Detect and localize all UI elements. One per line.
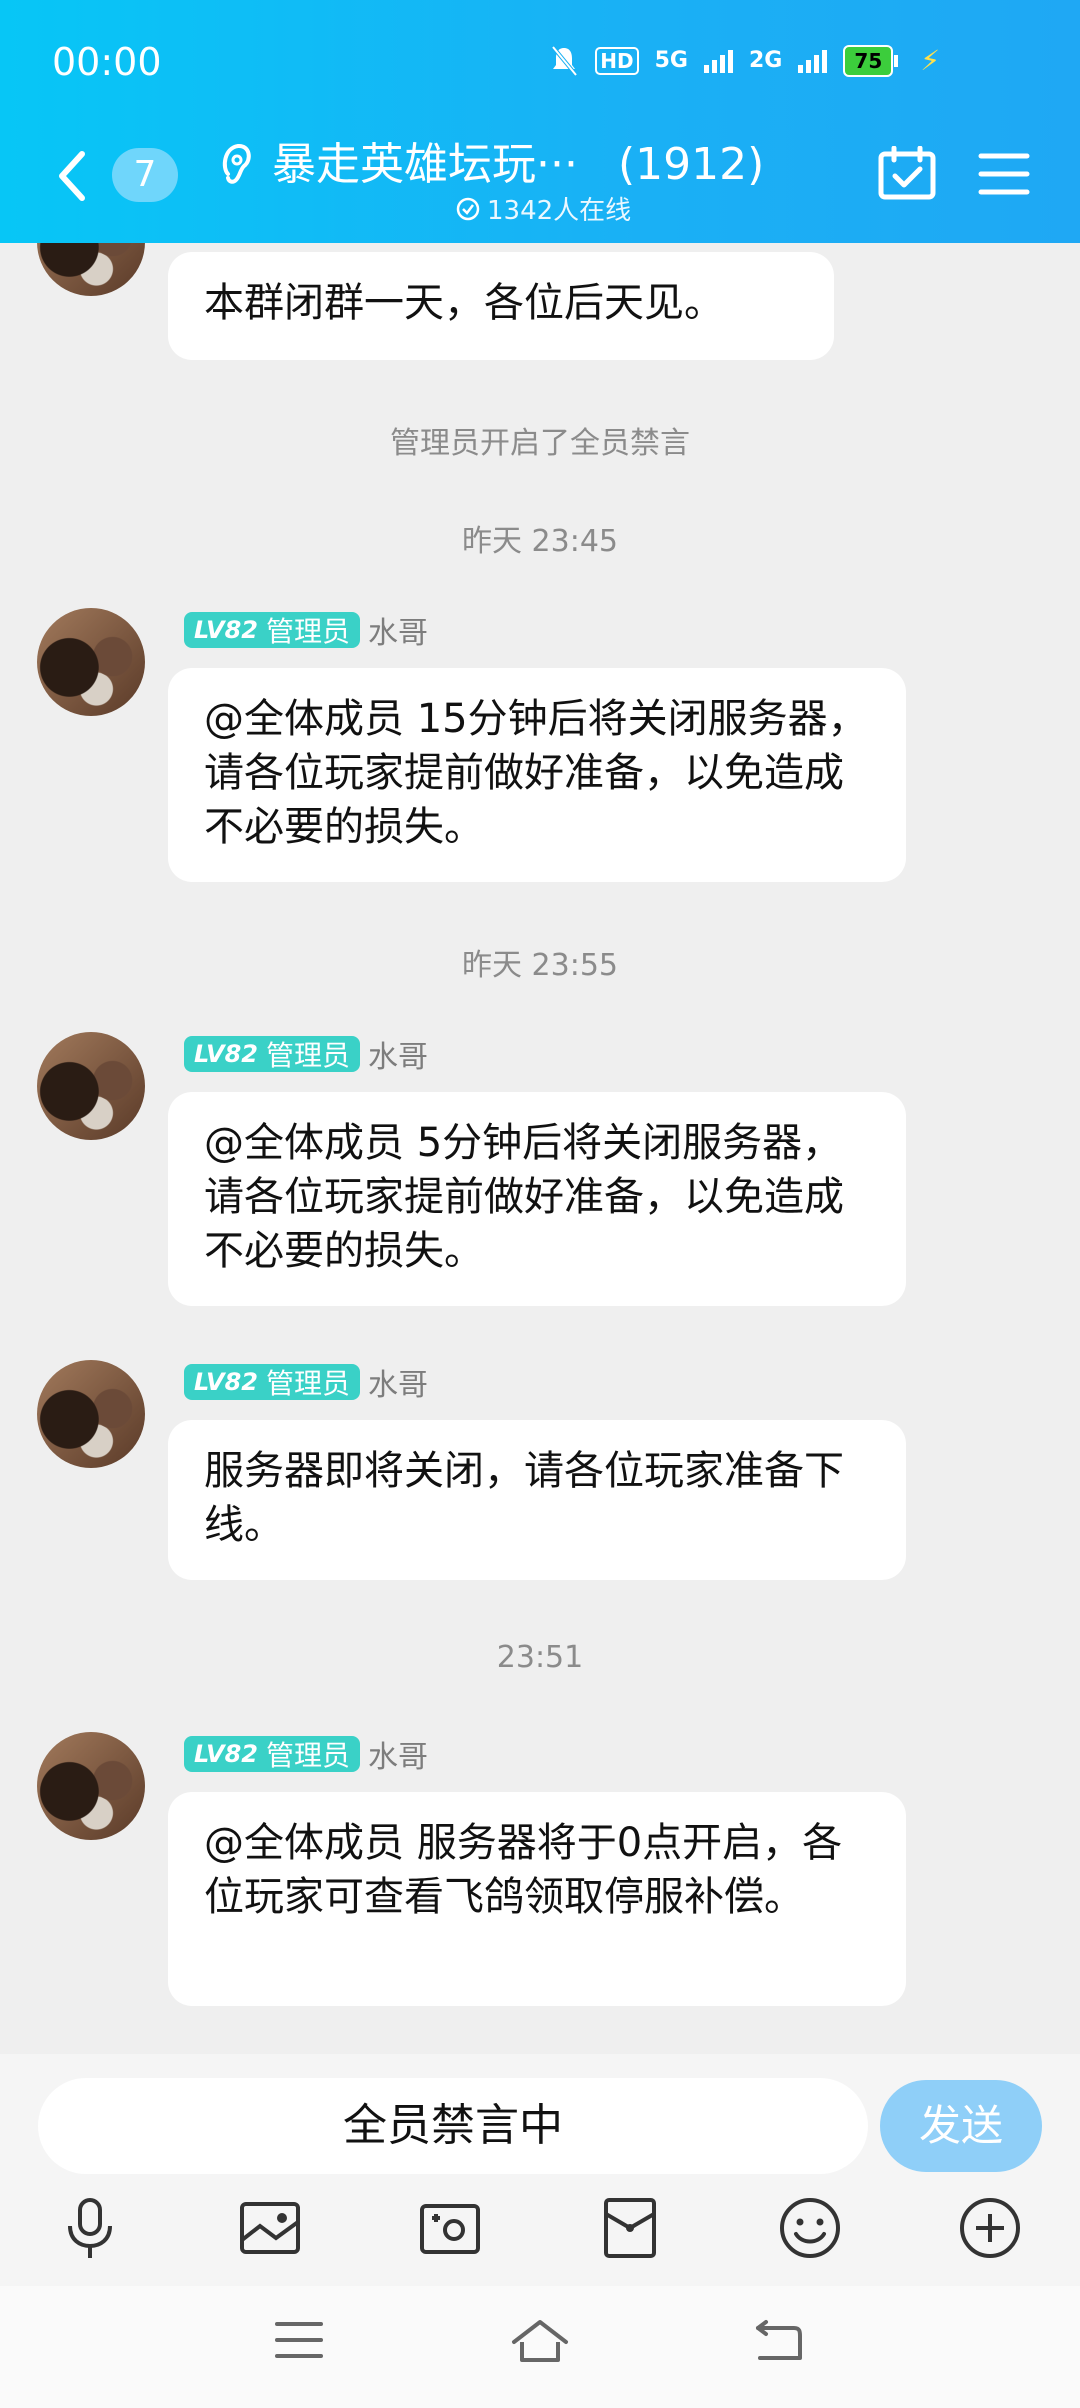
- timestamp: 昨天 23:45: [462, 524, 618, 559]
- battery-icon: 75: [843, 44, 899, 77]
- sender-info: LV82 管理员 水哥: [184, 1360, 428, 1404]
- message-bubble[interactable]: @全体成员 15分钟后将关闭服务器，请各位玩家提前做好准备，以免造成不必要的损失…: [168, 668, 906, 882]
- message-bubble[interactable]: @全体成员 5分钟后将关闭服务器，请各位玩家提前做好准备，以免造成不必要的损失。: [168, 1092, 906, 1306]
- unread-badge[interactable]: 7: [112, 148, 178, 202]
- sender-name[interactable]: 水哥: [368, 1360, 428, 1404]
- avatar[interactable]: [37, 608, 145, 716]
- group-title[interactable]: 暴走英雄坛玩··· (1912): [272, 128, 764, 192]
- timestamp: 23:51: [496, 1640, 584, 1675]
- level-label: LV82: [194, 1740, 258, 1768]
- message-text: 本群闭群一天，各位后天见。: [204, 280, 724, 326]
- check-circle-icon: [456, 197, 480, 220]
- message-bubble[interactable]: 本群闭群一天，各位后天见。: [168, 252, 834, 360]
- avatar[interactable]: [37, 1732, 145, 1840]
- emoji-icon[interactable]: [774, 2192, 846, 2264]
- system-notice: 管理员开启了全员禁言: [390, 426, 690, 461]
- level-label: LV82: [194, 616, 258, 644]
- sender-name[interactable]: 水哥: [368, 1732, 428, 1776]
- chat-header: 00:00 HD 5G 2G 75 ⚡ 7 暴走英雄坛玩··· (1912) 13…: [0, 0, 1080, 243]
- image-icon[interactable]: [234, 2192, 306, 2264]
- sender-name[interactable]: 水哥: [368, 1032, 428, 1076]
- timestamp: 昨天 23:55: [462, 948, 618, 983]
- sim1-label: 5G: [654, 48, 688, 73]
- avatar[interactable]: [37, 1360, 145, 1468]
- message-input[interactable]: 全员禁言中: [38, 2078, 868, 2174]
- message-text: @全体成员 服务器将于0点开启，各位玩家可查看飞鸽领取停服补偿。: [204, 1820, 843, 1920]
- status-icons: HD 5G 2G 75 ⚡: [549, 44, 940, 77]
- battery-level: 75: [843, 44, 894, 77]
- level-tag: LV82 管理员: [184, 612, 360, 648]
- role-label: 管理员: [265, 1739, 350, 1772]
- message-text: @全体成员 5分钟后将关闭服务器，请各位玩家提前做好准备，以免造成不必要的损失。: [204, 1120, 844, 1274]
- avatar[interactable]: [37, 1032, 145, 1140]
- sim2-label: 2G: [748, 48, 783, 73]
- status-time: 00:00: [52, 40, 162, 84]
- sender-name[interactable]: 水哥: [368, 608, 428, 652]
- menu-icon[interactable]: [274, 2318, 324, 2362]
- sender-info: LV82 管理员 水哥: [184, 608, 428, 652]
- send-button[interactable]: 发送: [880, 2080, 1042, 2172]
- role-label: 管理员: [265, 1367, 350, 1400]
- level-tag: LV82 管理员: [184, 1736, 360, 1772]
- member-count: (1912): [617, 139, 765, 190]
- level-tag: LV82 管理员: [184, 1036, 360, 1072]
- level-label: LV82: [194, 1368, 258, 1396]
- role-label: 管理员: [265, 615, 350, 648]
- sender-info: LV82 管理员 水哥: [184, 1732, 428, 1776]
- mute-bell-icon: [551, 45, 578, 76]
- signal-strength-icon: [703, 49, 733, 73]
- microphone-icon[interactable]: [54, 2192, 126, 2264]
- calendar-check-icon[interactable]: [878, 146, 936, 200]
- camera-icon[interactable]: [414, 2192, 486, 2264]
- message-bubble[interactable]: @全体成员 服务器将于0点开启，各位玩家可查看飞鸽领取停服补偿。: [168, 1792, 906, 2006]
- earpiece-mode-icon: [222, 144, 251, 184]
- red-packet-icon[interactable]: [594, 2192, 666, 2264]
- message-text: @全体成员 15分钟后将关闭服务器，请各位玩家提前做好准备，以免造成不必要的损失…: [204, 696, 868, 850]
- group-name: 暴走英雄坛玩···: [272, 139, 578, 190]
- message-text: 服务器即将关闭，请各位玩家准备下线。: [204, 1448, 844, 1548]
- menu-icon[interactable]: [978, 152, 1030, 196]
- level-tag: LV82 管理员: [184, 1364, 360, 1400]
- online-count-text: 1342人在线: [487, 196, 632, 226]
- charging-icon: ⚡: [920, 44, 940, 77]
- message-bubble[interactable]: 服务器即将关闭，请各位玩家准备下线。: [168, 1420, 906, 1580]
- home-icon[interactable]: [508, 2318, 572, 2366]
- role-label: 管理员: [265, 1039, 350, 1072]
- sender-info: LV82 管理员 水哥: [184, 1032, 428, 1076]
- online-count: 1342人在线: [455, 190, 631, 227]
- plus-icon[interactable]: [954, 2192, 1026, 2264]
- signal-strength-icon: [798, 49, 828, 73]
- level-label: LV82: [194, 1040, 258, 1068]
- back-icon[interactable]: [752, 2318, 806, 2364]
- hd-indicator: HD: [595, 46, 639, 75]
- back-arrow-icon[interactable]: [52, 146, 92, 206]
